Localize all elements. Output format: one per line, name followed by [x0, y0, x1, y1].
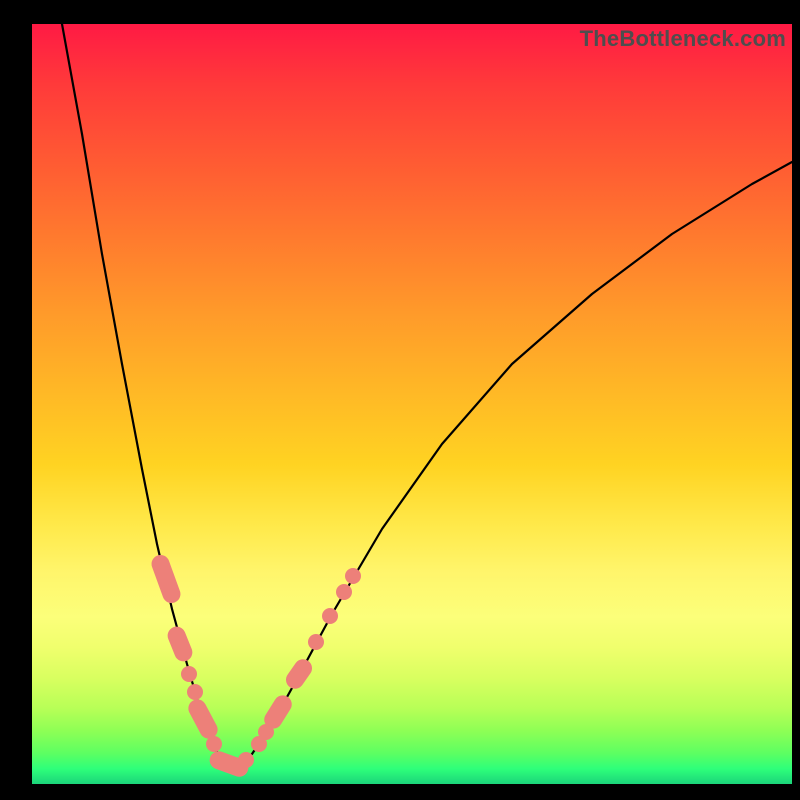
data-marker-dot [322, 608, 338, 624]
data-marker-dot [345, 568, 361, 584]
data-marker-pill [185, 696, 221, 742]
chart-frame: TheBottleneck.com [0, 0, 800, 800]
left-curve [62, 24, 230, 769]
right-curve [237, 162, 792, 769]
data-marker-pill [165, 624, 195, 664]
plot-area: TheBottleneck.com [32, 24, 792, 784]
data-marker-dot [336, 584, 352, 600]
data-marker-dot [187, 684, 203, 700]
data-marker-pill [149, 552, 183, 605]
data-marker-dot [181, 666, 197, 682]
data-marker-dot [206, 736, 222, 752]
data-marker-dot [258, 724, 274, 740]
chart-svg [32, 24, 792, 784]
marker-layer [149, 552, 361, 779]
data-marker-pill [282, 656, 315, 693]
data-marker-dot [238, 752, 254, 768]
data-marker-dot [308, 634, 324, 650]
